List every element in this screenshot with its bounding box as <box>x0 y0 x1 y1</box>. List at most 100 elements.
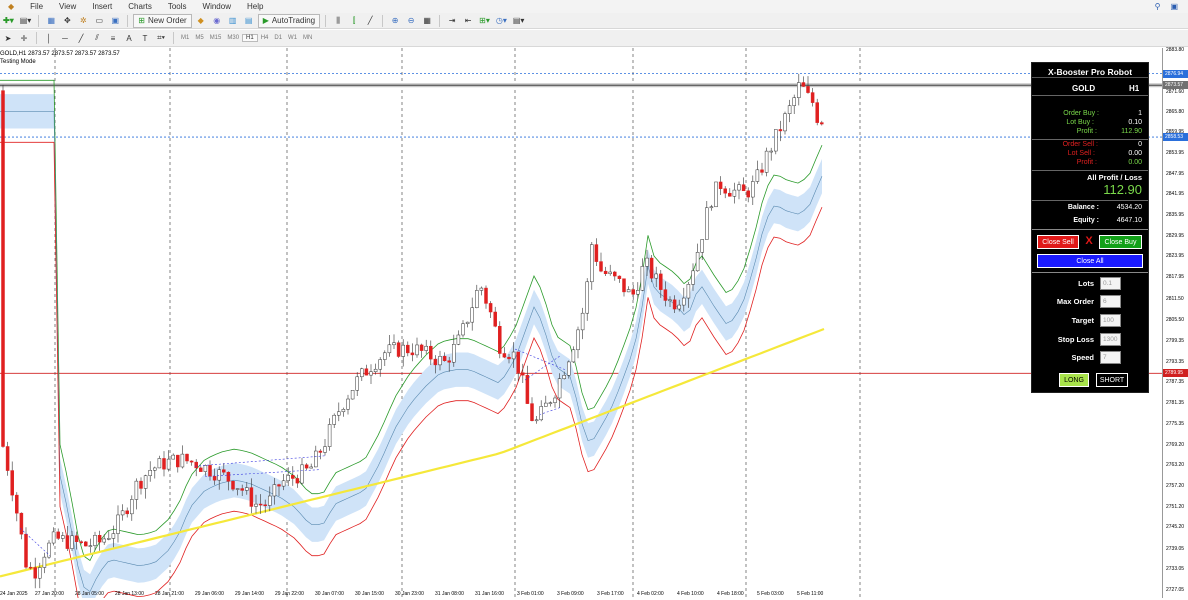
time-axis-label: 3 Feb 09:00 <box>557 591 584 597</box>
menu-help[interactable]: Help <box>239 2 271 11</box>
vertical-line-icon[interactable]: │ <box>42 31 56 45</box>
menu-tools[interactable]: Tools <box>160 2 195 11</box>
chart-shift-icon[interactable]: ⇥ <box>445 14 459 28</box>
crosshair-icon[interactable]: ✛ <box>17 31 31 45</box>
price-scale[interactable]: 2883.802877.252871.602865.802859.952853.… <box>1162 47 1188 598</box>
autotrading-button[interactable]: ▶ AutoTrading <box>257 13 321 28</box>
time-axis-label: 29 Jan 14:00 <box>235 591 264 597</box>
navigator-icon[interactable]: ✲ <box>76 14 90 28</box>
tf-mn[interactable]: MN <box>300 35 315 41</box>
standard-toolbar: ✚▾ ▤▾ ▦ ✥ ✲ ▭ ▣ ⊞ New Order ◆ ◉ ▥ ▤ ▶ Au… <box>0 13 1188 29</box>
candle-bear <box>185 453 189 462</box>
menu-insert[interactable]: Insert <box>84 2 120 11</box>
market-icon[interactable]: ▥ <box>226 14 240 28</box>
tester-icon[interactable]: ▣ <box>108 14 122 28</box>
long-button[interactable]: LONG <box>1059 373 1089 387</box>
menu-file[interactable]: File <box>22 2 51 11</box>
data-window-icon[interactable]: ✥ <box>60 14 74 28</box>
price-tick-label: 2775.35 <box>1166 420 1185 427</box>
stop-loss-input[interactable]: 1300 <box>1100 333 1121 346</box>
price-chart[interactable] <box>0 48 1162 600</box>
autoscroll-icon[interactable]: ⇤ <box>461 14 475 28</box>
time-axis-label: 5 Feb 03:00 <box>757 591 784 597</box>
periods-icon[interactable]: ◷▾ <box>494 14 509 28</box>
candle-bear <box>364 368 369 376</box>
tf-m15[interactable]: M15 <box>207 35 225 41</box>
templates-icon[interactable]: ▤▾ <box>511 14 527 28</box>
bar-chart-icon[interactable]: ⫼ <box>331 14 345 28</box>
cursor-icon[interactable]: ➤ <box>1 31 15 45</box>
menu-view[interactable]: View <box>51 2 84 11</box>
text-icon[interactable]: A <box>122 31 136 45</box>
candle-bull <box>548 402 553 404</box>
lots-input[interactable]: 0.1 <box>1100 277 1121 290</box>
close-buy-button[interactable]: Close Buy <box>1099 235 1142 249</box>
tf-m5[interactable]: M5 <box>192 35 206 41</box>
zoom-in-icon[interactable]: ⊕ <box>388 14 402 28</box>
zoom-out-icon[interactable]: ⊖ <box>404 14 418 28</box>
candlestick-icon[interactable]: ⫿ <box>347 14 361 28</box>
market-watch-icon[interactable]: ▦ <box>44 14 58 28</box>
candle-bull <box>576 329 580 351</box>
candle-bull <box>153 467 157 471</box>
trendline-icon[interactable]: ╱ <box>74 31 88 45</box>
max-order-input[interactable]: 6 <box>1100 295 1121 308</box>
community-icon[interactable]: ▣ <box>1170 2 1178 11</box>
chart-area[interactable] <box>0 48 1162 600</box>
candle-bull <box>88 545 93 547</box>
close-sell-button[interactable]: Close Sell <box>1037 235 1079 249</box>
terminal-icon[interactable]: ▭ <box>92 14 106 28</box>
candle-bear <box>659 273 663 290</box>
candle-bear <box>521 372 525 376</box>
candle-bull <box>111 533 116 539</box>
tf-m1[interactable]: M1 <box>178 35 192 41</box>
tf-m30[interactable]: M30 <box>224 35 242 41</box>
channel-icon[interactable]: ⫽ <box>90 31 104 45</box>
time-axis-label: 31 Jan 08:00 <box>435 591 464 597</box>
tile-windows-icon[interactable]: ▦ <box>420 14 434 28</box>
speed-label: Speed <box>1071 353 1094 362</box>
candle-bear <box>139 480 143 489</box>
vps-icon[interactable]: ▤ <box>242 14 256 28</box>
panel-symbol: GOLD <box>1072 84 1096 93</box>
candle-bull <box>562 375 566 379</box>
new-order-button[interactable]: ⊞ New Order <box>133 13 192 28</box>
candle-bull <box>180 453 185 468</box>
search-icon[interactable]: ⚲ <box>1155 2 1161 11</box>
fibonacci-icon[interactable]: ≡ <box>106 31 120 45</box>
new-chart-icon[interactable]: ✚▾ <box>1 14 16 28</box>
line-chart-icon[interactable]: ╱ <box>363 14 377 28</box>
signals-icon[interactable]: ◉ <box>210 14 224 28</box>
indicators-icon[interactable]: ⊞▾ <box>477 14 492 28</box>
close-all-button[interactable]: Close All <box>1037 254 1143 268</box>
label-icon[interactable]: T <box>138 31 152 45</box>
meta-editor-icon[interactable]: ◆ <box>194 14 208 28</box>
target-input[interactable]: 100 <box>1100 314 1121 327</box>
separator <box>36 32 37 44</box>
time-axis-label: 27 Jan 20:00 <box>35 591 64 597</box>
shapes-icon[interactable]: ⌗▾ <box>154 31 168 45</box>
short-button[interactable]: SHORT <box>1096 373 1128 387</box>
lots-label: Lots <box>1078 279 1094 288</box>
lot-buy-value: 0.10 <box>1128 119 1142 126</box>
tf-h4[interactable]: H4 <box>258 35 272 41</box>
horizontal-line-icon[interactable]: ─ <box>58 31 72 45</box>
candle-bull <box>286 475 290 482</box>
profiles-icon[interactable]: ▤▾ <box>18 14 34 28</box>
ma-mid-line <box>0 111 823 593</box>
tf-d1[interactable]: D1 <box>271 35 285 41</box>
tf-h1[interactable]: H1 <box>242 34 258 42</box>
candle-bull <box>102 538 106 543</box>
candle-bear <box>723 188 727 194</box>
tf-w1[interactable]: W1 <box>285 35 300 41</box>
price-tick-label: 2739.05 <box>1166 545 1185 552</box>
candle-bear <box>760 169 764 173</box>
candle-bear <box>410 352 415 356</box>
candle-bear <box>24 533 28 568</box>
menu-charts[interactable]: Charts <box>120 2 160 11</box>
candle-bear <box>741 184 746 192</box>
speed-input[interactable]: 7 <box>1100 351 1121 364</box>
candle-bear <box>277 484 281 487</box>
menu-window[interactable]: Window <box>195 2 239 11</box>
candle-bull <box>424 345 428 351</box>
